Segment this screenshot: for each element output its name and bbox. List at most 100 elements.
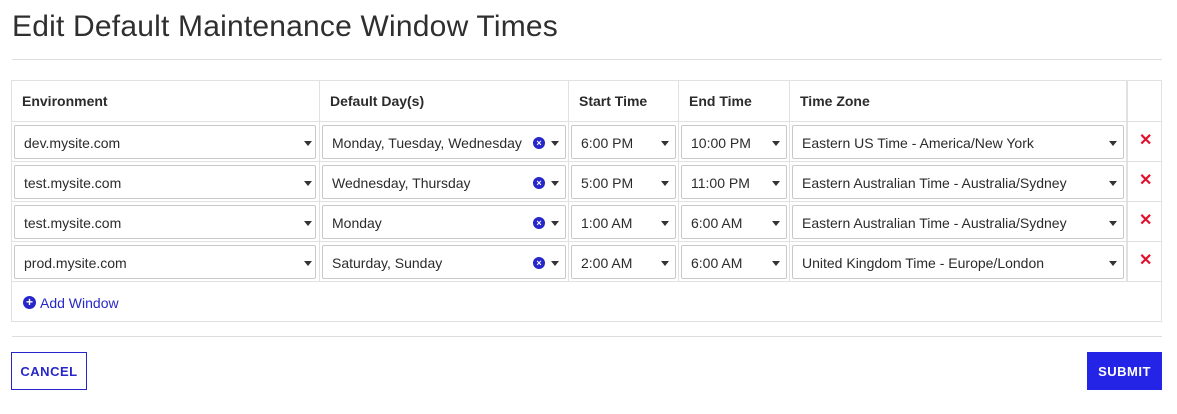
timezone-select[interactable]: United Kingdom Time - Europe/London (792, 245, 1124, 279)
header-environment: Environment (12, 81, 320, 122)
table-row: test.mysite.com (12, 202, 320, 242)
caret-down-icon (304, 261, 312, 266)
remove-cell: ✕ (1127, 242, 1161, 282)
add-window-row: + Add Window (12, 283, 1161, 321)
start-time-value: 5:00 PM (581, 175, 634, 191)
days-cell: Saturday, Sunday × (320, 242, 569, 282)
timezone-value: Eastern US Time - America/New York (802, 135, 1034, 151)
timezone-cell: Eastern US Time - America/New York (790, 122, 1127, 162)
start-time-select[interactable]: 1:00 AM (571, 205, 676, 239)
start-cell: 2:00 AM (569, 242, 679, 282)
remove-cell: ✕ (1127, 122, 1161, 162)
remove-cell: ✕ (1127, 162, 1161, 202)
timezone-value: Eastern Australian Time - Australia/Sydn… (802, 175, 1067, 191)
days-cell: Monday, Tuesday, Wednesday × (320, 122, 569, 162)
caret-down-icon (304, 181, 312, 186)
end-cell: 6:00 AM (679, 242, 790, 282)
timezone-cell: Eastern Australian Time - Australia/Sydn… (790, 202, 1127, 242)
header-actions (1127, 81, 1161, 122)
days-multiselect[interactable]: Saturday, Sunday × (322, 245, 566, 279)
days-multiselect[interactable]: Monday, Tuesday, Wednesday × (322, 125, 566, 159)
days-value: Monday (332, 215, 382, 231)
caret-down-icon (661, 181, 669, 186)
close-icon[interactable]: ✕ (1139, 253, 1152, 269)
start-time-value: 2:00 AM (581, 255, 633, 271)
end-time-select[interactable]: 6:00 AM (681, 245, 787, 279)
cancel-button[interactable]: CANCEL (11, 352, 87, 390)
days-multiselect[interactable]: Monday × (322, 205, 566, 239)
environment-select[interactable]: prod.mysite.com (14, 245, 316, 279)
end-cell: 6:00 AM (679, 202, 790, 242)
caret-down-icon (772, 221, 780, 226)
timezone-select[interactable]: Eastern Australian Time - Australia/Sydn… (792, 205, 1124, 239)
clear-circle-icon[interactable]: × (533, 257, 545, 269)
caret-down-icon (661, 141, 669, 146)
clear-circle-icon[interactable]: × (533, 137, 545, 149)
end-time-select[interactable]: 6:00 AM (681, 205, 787, 239)
end-time-value: 10:00 PM (691, 135, 751, 151)
start-cell: 6:00 PM (569, 122, 679, 162)
caret-down-icon (661, 221, 669, 226)
timezone-cell: United Kingdom Time - Europe/London (790, 242, 1127, 282)
timezone-select[interactable]: Eastern US Time - America/New York (792, 125, 1124, 159)
page-title: Edit Default Maintenance Window Times (12, 10, 558, 43)
caret-down-icon (1109, 141, 1117, 146)
end-time-value: 6:00 AM (691, 255, 743, 271)
footer-divider (12, 336, 1162, 337)
caret-down-icon (551, 181, 559, 186)
submit-button[interactable]: SUBMIT (1087, 352, 1162, 390)
environment-select[interactable]: test.mysite.com (14, 165, 316, 199)
days-cell: Wednesday, Thursday × (320, 162, 569, 202)
days-multiselect[interactable]: Wednesday, Thursday × (322, 165, 566, 199)
table-row: prod.mysite.com (12, 242, 320, 282)
close-icon[interactable]: ✕ (1139, 213, 1152, 229)
caret-down-icon (772, 141, 780, 146)
timezone-select[interactable]: Eastern Australian Time - Australia/Sydn… (792, 165, 1124, 199)
caret-down-icon (661, 261, 669, 266)
days-cell: Monday × (320, 202, 569, 242)
days-value: Wednesday, Thursday (332, 175, 471, 191)
environment-select[interactable]: test.mysite.com (14, 205, 316, 239)
days-value: Monday, Tuesday, Wednesday (332, 135, 522, 151)
timezone-value: Eastern Australian Time - Australia/Sydn… (802, 215, 1067, 231)
end-time-select[interactable]: 11:00 PM (681, 165, 787, 199)
clear-circle-icon[interactable]: × (533, 177, 545, 189)
add-window-link[interactable]: Add Window (40, 295, 119, 311)
caret-down-icon (551, 221, 559, 226)
timezone-cell: Eastern Australian Time - Australia/Sydn… (790, 162, 1127, 202)
clear-circle-icon[interactable]: × (533, 217, 545, 229)
caret-down-icon (1109, 181, 1117, 186)
caret-down-icon (1109, 221, 1117, 226)
environment-value: prod.mysite.com (24, 255, 127, 271)
days-value: Saturday, Sunday (332, 255, 443, 271)
start-cell: 1:00 AM (569, 202, 679, 242)
environment-value: test.mysite.com (24, 175, 122, 191)
caret-down-icon (772, 181, 780, 186)
environment-value: test.mysite.com (24, 215, 122, 231)
end-time-select[interactable]: 10:00 PM (681, 125, 787, 159)
start-time-select[interactable]: 6:00 PM (571, 125, 676, 159)
header-time-zone: Time Zone (790, 81, 1127, 122)
close-icon[interactable]: ✕ (1139, 173, 1152, 189)
end-cell: 10:00 PM (679, 122, 790, 162)
caret-down-icon (1109, 261, 1117, 266)
environment-value: dev.mysite.com (24, 135, 121, 151)
timezone-value: United Kingdom Time - Europe/London (802, 255, 1045, 271)
start-time-select[interactable]: 2:00 AM (571, 245, 676, 279)
header-start-time: Start Time (569, 81, 679, 122)
start-time-value: 6:00 PM (581, 135, 634, 151)
caret-down-icon (772, 261, 780, 266)
close-icon[interactable]: ✕ (1139, 133, 1152, 149)
table-row: dev.mysite.com (12, 122, 320, 162)
start-time-select[interactable]: 5:00 PM (571, 165, 676, 199)
plus-circle-icon[interactable]: + (23, 296, 36, 309)
caret-down-icon (551, 141, 559, 146)
end-time-value: 6:00 AM (691, 215, 743, 231)
header-days: Default Day(s) (320, 81, 569, 122)
maintenance-window-table: Environment Default Day(s) Start Time En… (11, 80, 1162, 322)
remove-cell: ✕ (1127, 202, 1161, 242)
caret-down-icon (304, 221, 312, 226)
end-time-value: 11:00 PM (691, 175, 750, 191)
caret-down-icon (551, 261, 559, 266)
environment-select[interactable]: dev.mysite.com (14, 125, 316, 159)
